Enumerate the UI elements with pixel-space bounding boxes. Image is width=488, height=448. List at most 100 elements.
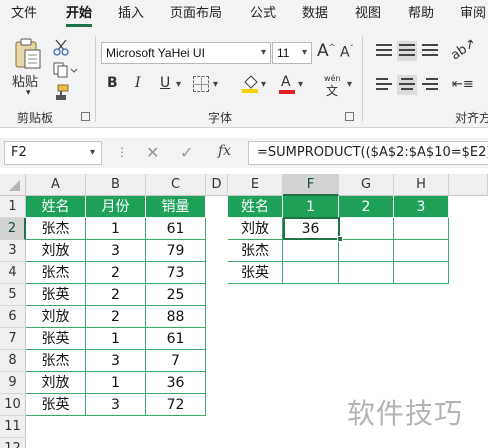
column-header-a[interactable]: A [26,174,86,196]
align-right-icon[interactable] [420,75,440,95]
column-header-b[interactable]: B [86,174,146,196]
enter-icon[interactable]: ✓ [180,143,193,162]
phonetic-dropdown-icon[interactable]: ▾ [347,79,352,90]
cell-g4[interactable] [339,262,394,284]
cut-button[interactable] [52,38,70,56]
column-header-partial[interactable] [449,174,488,196]
cell-f1[interactable]: 1 [283,196,339,218]
cell-e4[interactable]: 张英 [228,262,283,284]
cell-h1[interactable]: 3 [394,196,449,218]
cell-a8[interactable]: 张杰 [26,350,86,372]
font-color-button[interactable]: A [278,74,296,94]
copy-button[interactable] [52,61,78,79]
cell-a9[interactable]: 刘放 [26,372,86,394]
cell-b6[interactable]: 2 [86,306,146,328]
font-name-dropdown-icon[interactable]: ▾ [261,47,266,58]
paste-label[interactable]: 粘贴 [12,71,38,90]
cell-b9[interactable]: 1 [86,372,146,394]
cell-h2[interactable] [394,218,449,240]
cell-f3[interactable] [283,240,339,262]
menu-view[interactable]: 视图 [355,0,381,28]
cell-c3[interactable]: 79 [146,240,206,262]
cell-b8[interactable]: 3 [86,350,146,372]
align-top-icon[interactable] [374,41,394,61]
paste-dropdown-icon[interactable]: ▾ [26,88,31,98]
insert-function-button[interactable]: fx [218,143,231,159]
phonetic-button[interactable]: wén 文 [322,74,346,98]
name-box[interactable]: F2 [4,141,102,165]
format-painter-button[interactable] [52,84,70,102]
cell-h3[interactable] [394,240,449,262]
font-color-dropdown-icon[interactable]: ▾ [298,79,303,90]
cell-h4[interactable] [394,262,449,284]
cell-a10[interactable]: 张英 [26,394,86,416]
borders-icon[interactable] [193,76,209,92]
grow-font-button[interactable]: A^ [317,41,335,61]
row-header-12[interactable]: 12 [0,438,26,448]
underline-button[interactable]: U [160,75,170,91]
column-header-f[interactable]: F [283,174,339,196]
font-launcher-icon[interactable] [345,112,354,121]
menu-review[interactable]: 审阅 [460,0,486,28]
cell-c6[interactable]: 88 [146,306,206,328]
row-header-7[interactable]: 7 [0,328,26,350]
cell-c4[interactable]: 73 [146,262,206,284]
align-middle-icon[interactable] [397,41,417,61]
cell-b2[interactable]: 1 [86,218,146,240]
column-header-e[interactable]: E [228,174,283,196]
bold-button[interactable]: B [107,75,118,91]
cell-e3[interactable]: 张杰 [228,240,283,262]
italic-button[interactable]: I [135,75,141,91]
menu-formulas[interactable]: 公式 [250,0,276,28]
paste-button[interactable] [13,38,43,70]
name-box-dropdown-icon[interactable]: ▾ [90,147,95,158]
cell-b3[interactable]: 3 [86,240,146,262]
column-header-d[interactable]: D [206,174,228,196]
column-header-h[interactable]: H [394,174,449,196]
cell-c2[interactable]: 61 [146,218,206,240]
menu-page-layout[interactable]: 页面布局 [170,0,222,28]
cell-a7[interactable]: 张英 [26,328,86,350]
clipboard-launcher-icon[interactable] [81,112,90,121]
cell-a3[interactable]: 刘放 [26,240,86,262]
cell-g3[interactable] [339,240,394,262]
underline-dropdown-icon[interactable]: ▾ [176,79,181,90]
cell-g2[interactable] [339,218,394,240]
row-header-4[interactable]: 4 [0,262,26,284]
align-bottom-icon[interactable] [420,41,440,61]
row-header-6[interactable]: 6 [0,306,26,328]
cell-b7[interactable]: 1 [86,328,146,350]
column-header-c[interactable]: C [146,174,206,196]
row-header-8[interactable]: 8 [0,350,26,372]
align-left-icon[interactable] [374,75,394,95]
cell-a5[interactable]: 张英 [26,284,86,306]
fill-handle[interactable] [337,236,343,242]
cell-c5[interactable]: 25 [146,284,206,306]
formula-input[interactable]: =SUMPRODUCT(($A$2:$A$10=$E2)*($B$ [248,141,488,165]
row-header-11[interactable]: 11 [0,416,26,438]
cell-c7[interactable]: 61 [146,328,206,350]
cell-c1[interactable]: 销量 [146,196,206,218]
cell-f4[interactable] [283,262,339,284]
cell-b4[interactable]: 2 [86,262,146,284]
font-name-combo[interactable]: Microsoft YaHei UI [101,42,271,64]
select-all-corner[interactable] [0,174,26,196]
cell-b1[interactable]: 月份 [86,196,146,218]
row-header-1[interactable]: 1 [0,196,26,218]
row-header-5[interactable]: 5 [0,284,26,306]
menu-insert[interactable]: 插入 [118,0,144,28]
row-header-3[interactable]: 3 [0,240,26,262]
align-center-icon[interactable] [397,75,417,95]
cell-b10[interactable]: 3 [86,394,146,416]
cell-a6[interactable]: 刘放 [26,306,86,328]
menu-file[interactable]: 文件 [11,0,37,28]
cancel-icon[interactable]: ✕ [146,143,159,162]
font-size-dropdown-icon[interactable]: ▾ [302,47,307,58]
cell-a2[interactable]: 张杰 [26,218,86,240]
cell-c9[interactable]: 36 [146,372,206,394]
fill-color-button[interactable] [241,74,259,94]
row-header-2[interactable]: 2 [0,218,26,240]
row-header-9[interactable]: 9 [0,372,26,394]
cell-c8[interactable]: 7 [146,350,206,372]
cell-c10[interactable]: 72 [146,394,206,416]
